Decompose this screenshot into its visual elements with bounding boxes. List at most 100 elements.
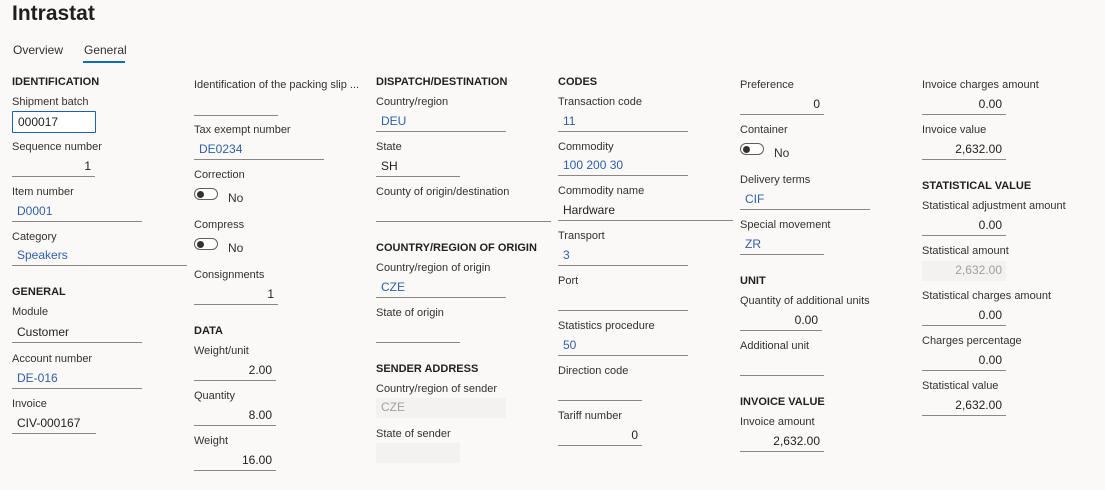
account-number-label: Account number: [12, 353, 93, 365]
weight-unit-label: Weight/unit: [194, 345, 249, 357]
invoice-charges-field[interactable]: 0.00: [922, 95, 1006, 115]
sender-state-label: State of sender: [376, 428, 451, 440]
consignments-label: Consignments: [194, 269, 265, 281]
commodity-name-field[interactable]: Hardware: [558, 201, 733, 221]
compress-state: No: [228, 241, 244, 255]
preference-label: Preference: [740, 79, 794, 91]
container-state: No: [774, 146, 790, 160]
compress-toggle[interactable]: [194, 238, 218, 250]
category-label: Category: [12, 231, 57, 243]
county-label: County of origin/destination: [376, 186, 510, 198]
data-heading: DATA: [194, 325, 223, 337]
container-toggle[interactable]: [740, 143, 764, 155]
county-field[interactable]: [376, 202, 551, 222]
module-field[interactable]: Customer: [12, 323, 142, 343]
charges-percentage-label: Charges percentage: [922, 335, 1022, 347]
dispatch-state-field[interactable]: SH: [376, 157, 460, 177]
tab-general[interactable]: General: [84, 43, 127, 57]
qty-additional-label: Quantity of additional units: [740, 295, 870, 307]
stat-adjustment-field[interactable]: 0.00: [922, 216, 1006, 236]
sender-country-label: Country/region of sender: [376, 383, 498, 395]
statistics-procedure-field[interactable]: 50: [558, 336, 688, 356]
quantity-field[interactable]: 8.00: [194, 406, 276, 426]
origin-state-label: State of origin: [376, 307, 444, 319]
sequence-number-field[interactable]: 1: [12, 157, 95, 177]
unit-heading: UNIT: [740, 275, 766, 287]
direction-code-label: Direction code: [558, 365, 629, 377]
sender-heading: SENDER ADDRESS: [376, 363, 479, 375]
shipment-batch-field[interactable]: 000017: [12, 111, 96, 133]
stat-value-label: Statistical value: [922, 380, 999, 392]
weight-unit-field[interactable]: 2.00: [194, 361, 276, 381]
port-label: Port: [558, 275, 579, 287]
correction-label: Correction: [194, 169, 245, 181]
invoice-value-field[interactable]: 2,632.00: [922, 140, 1006, 160]
origin-country-label: Country/region of origin: [376, 262, 491, 274]
port-field[interactable]: [558, 291, 688, 311]
dispatch-heading: DISPATCH/DESTINATION: [376, 76, 508, 88]
tab-overview[interactable]: Overview: [13, 43, 63, 57]
origin-country-field[interactable]: CZE: [376, 278, 506, 298]
stat-amount-label: Statistical amount: [922, 245, 1009, 257]
commodity-field[interactable]: 100 200 30: [558, 156, 688, 176]
transport-field[interactable]: 3: [558, 246, 688, 266]
invoice-value-heading: INVOICE VALUE: [740, 396, 825, 408]
weight-field[interactable]: 16.00: [194, 451, 276, 471]
direction-code-field[interactable]: [558, 381, 642, 401]
correction-toggle[interactable]: [194, 188, 218, 200]
stat-charges-field[interactable]: 0.00: [922, 306, 1006, 326]
stat-adjustment-label: Statistical adjustment amount: [922, 200, 1066, 212]
stat-charges-label: Statistical charges amount: [922, 290, 1052, 302]
page-title: Intrastat: [12, 2, 95, 25]
special-movement-field[interactable]: ZR: [740, 235, 824, 255]
qty-additional-field[interactable]: 0.00: [740, 311, 822, 331]
invoice-charges-label: Invoice charges amount: [922, 79, 1039, 91]
tariff-number-label: Tariff number: [558, 410, 622, 422]
packing-slip-label: Identification of the packing slip ...: [194, 79, 360, 91]
account-number-field[interactable]: DE-016: [12, 369, 142, 389]
dispatch-country-field[interactable]: DEU: [376, 112, 506, 132]
compress-label: Compress: [194, 219, 245, 231]
invoice-amount-label: Invoice amount: [740, 416, 815, 428]
item-number-field[interactable]: D0001: [12, 202, 142, 222]
transaction-code-field[interactable]: 11: [558, 112, 688, 132]
commodity-label: Commodity: [558, 141, 614, 153]
weight-label: Weight: [194, 435, 229, 447]
stat-value-field[interactable]: 2,632.00: [922, 396, 1006, 416]
dispatch-country-label: Country/region: [376, 96, 449, 108]
codes-heading: CODES: [558, 76, 598, 88]
origin-state-field[interactable]: [376, 323, 460, 343]
shipment-batch-label: Shipment batch: [12, 96, 89, 108]
sequence-number-label: Sequence number: [12, 141, 102, 153]
invoice-field[interactable]: CIV-000167: [12, 414, 96, 434]
packing-slip-field[interactable]: [194, 96, 278, 116]
correction-state: No: [228, 191, 244, 205]
active-tab-indicator: [83, 61, 125, 63]
preference-field[interactable]: 0: [740, 95, 824, 115]
invoice-value-label: Invoice value: [922, 124, 987, 136]
invoice-amount-field[interactable]: 2,632.00: [740, 432, 824, 452]
category-field[interactable]: Speakers: [12, 246, 187, 266]
statistical-value-heading: STATISTICAL VALUE: [922, 180, 1032, 192]
item-number-label: Item number: [12, 186, 74, 198]
charges-percentage-field[interactable]: 0.00: [922, 351, 1006, 371]
special-movement-label: Special movement: [740, 219, 831, 231]
container-label: Container: [740, 124, 788, 136]
delivery-terms-field[interactable]: CIF: [740, 190, 870, 210]
transaction-code-label: Transaction code: [558, 96, 642, 108]
origin-heading: COUNTRY/REGION OF ORIGIN: [376, 242, 537, 254]
invoice-label: Invoice: [12, 398, 47, 410]
additional-unit-field[interactable]: [740, 356, 824, 376]
dispatch-state-label: State: [376, 141, 402, 153]
consignments-field[interactable]: 1: [194, 285, 278, 305]
tax-exempt-label: Tax exempt number: [194, 124, 291, 136]
statistics-procedure-label: Statistics procedure: [558, 320, 655, 332]
tax-exempt-field[interactable]: DE0234: [194, 140, 324, 160]
sender-state-field: [376, 443, 460, 463]
delivery-terms-label: Delivery terms: [740, 174, 811, 186]
sender-country-field: CZE: [376, 398, 506, 418]
tariff-number-field[interactable]: 0: [558, 426, 642, 446]
commodity-name-label: Commodity name: [558, 185, 645, 197]
general-heading: GENERAL: [12, 286, 66, 298]
module-label: Module: [12, 306, 49, 318]
